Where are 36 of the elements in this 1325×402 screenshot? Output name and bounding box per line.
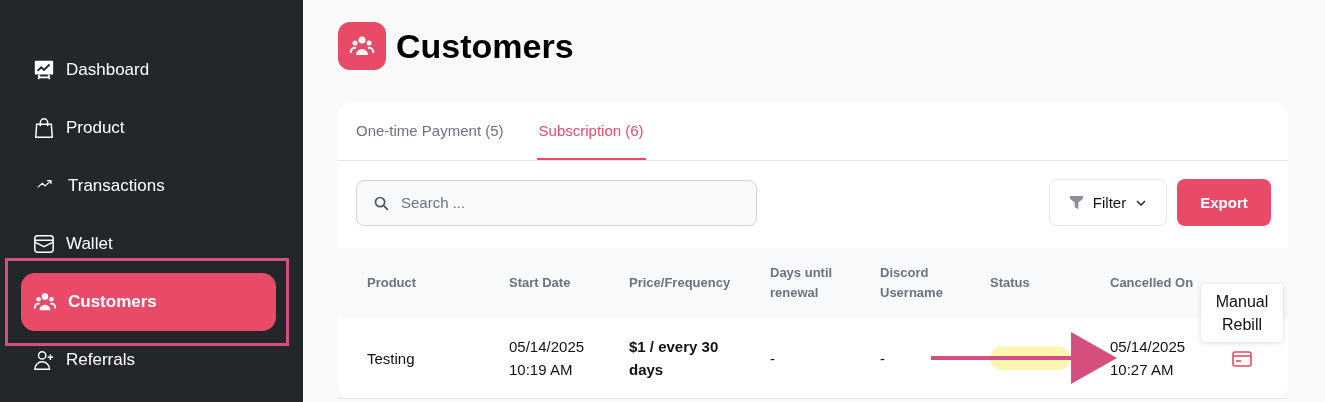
column-header: Cancelled On (1110, 275, 1194, 290)
column-header: Price/Frequency (629, 275, 731, 290)
tooltip: Manual Rebill (1201, 284, 1283, 342)
users-icon (33, 291, 57, 313)
table-cell: - (880, 349, 885, 367)
wallet-icon (33, 233, 55, 255)
column-header: Days until renewal (770, 265, 833, 300)
nav-item[interactable]: Referrals (21, 331, 276, 389)
nav-item[interactable]: Product (21, 99, 276, 157)
chevron-down-icon (1136, 199, 1147, 206)
filter-icon (1069, 196, 1083, 209)
export-button[interactable]: Export (1177, 179, 1271, 226)
search-field[interactable]: Search ... (356, 179, 757, 226)
page-title: Customers (396, 26, 574, 66)
users-icon (338, 22, 386, 70)
user-plus-icon (33, 349, 55, 371)
column-header: Status (990, 275, 1030, 290)
column-header: Product (367, 275, 417, 290)
nav-item[interactable]: Wallet (21, 215, 276, 273)
filter-button[interactable]: Filter (1049, 179, 1167, 226)
column-header: Discord Username (880, 265, 943, 300)
table-cell: 05/14/2025 10:19 AM (509, 338, 585, 378)
nav-item[interactable]: Transactions (21, 157, 276, 215)
credit-card-icon[interactable] (1232, 351, 1252, 367)
nav-item[interactable]: Dashboard (21, 41, 276, 99)
table-cell: - (770, 349, 775, 367)
shopping-bag-icon (33, 117, 55, 139)
tab[interactable]: One-time Payment (5) (354, 102, 506, 160)
table-cell: Testing (367, 349, 415, 367)
table-cell-text: $1 / every 30 days (629, 337, 720, 380)
search-icon (373, 194, 390, 212)
chart-board-icon (33, 59, 55, 81)
table-cell: 05/14/2025 10:27 AM (1110, 338, 1186, 378)
nav-item[interactable]: Customers (21, 273, 276, 331)
column-header: Start Date (509, 275, 571, 290)
tab[interactable]: Subscription (6) (536, 102, 646, 160)
